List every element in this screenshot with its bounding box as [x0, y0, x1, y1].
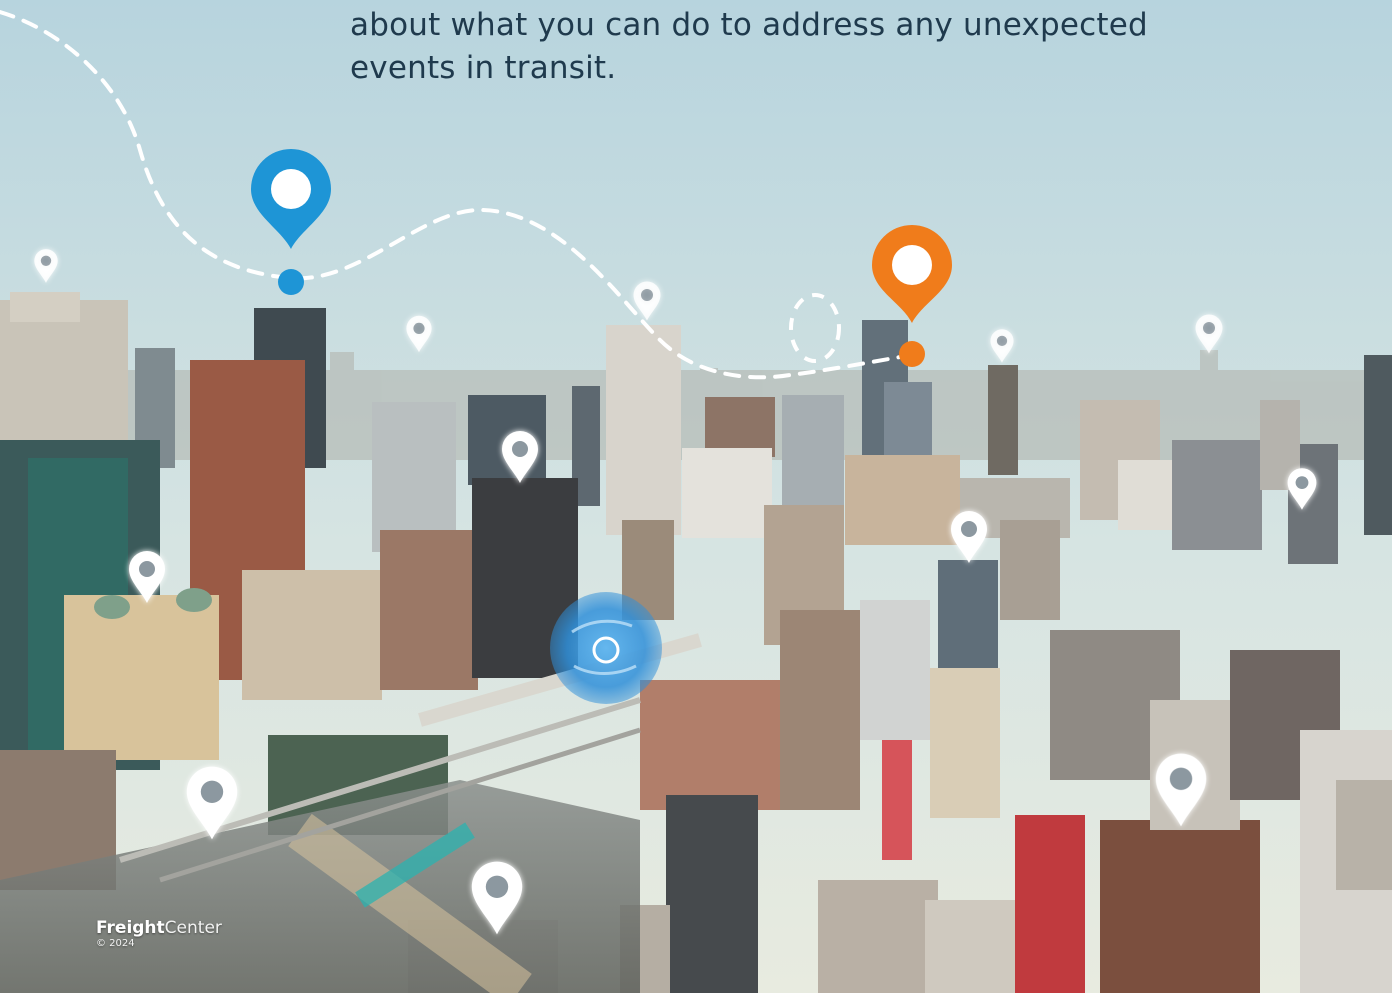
intro-text: about what you can do to address any une…: [350, 4, 1148, 90]
brand-name-regular: Center: [164, 918, 222, 938]
brand-name: FreightCenter: [96, 918, 222, 938]
intro-line-1: about what you can do to address any une…: [350, 7, 1148, 43]
city-skyline-photo: [0, 0, 1392, 993]
intro-line-2: events in transit.: [350, 50, 617, 86]
location-hub-icon: [550, 592, 662, 704]
brand-logo: FreightCenter © 2024: [96, 918, 222, 950]
copyright-text: © 2024: [96, 938, 135, 949]
brand-name-bold: Freight: [96, 918, 165, 938]
